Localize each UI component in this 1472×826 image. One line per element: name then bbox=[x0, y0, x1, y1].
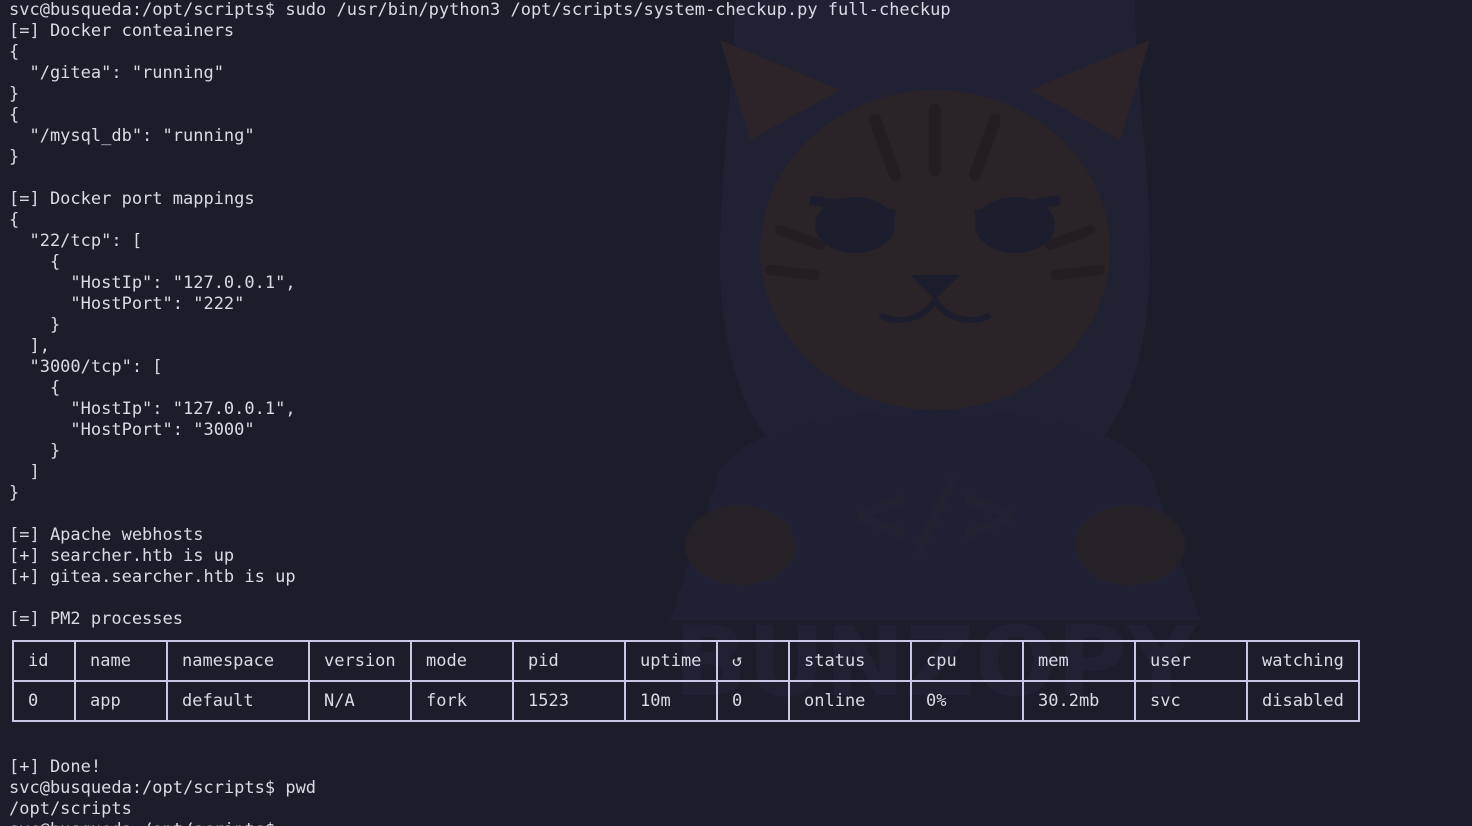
terminal-lines-bottom: [+] Done! svc@busqueda:/opt/scripts$ pwd /… bbox=[9, 757, 316, 826]
pm2-column-header: id bbox=[12, 640, 76, 682]
terminal-line: } bbox=[9, 441, 61, 461]
pm2-cell: fork bbox=[410, 680, 514, 722]
terminal-line: "/mysql_db": "running" bbox=[9, 126, 255, 146]
terminal-line: { bbox=[9, 252, 61, 272]
terminal-line: { bbox=[9, 42, 20, 62]
terminal-line: "22/tcp": [ bbox=[9, 231, 143, 251]
pm2-column-header: status bbox=[788, 640, 912, 682]
terminal-line: /opt/scripts bbox=[9, 799, 132, 819]
pm2-cell: 30.2mb bbox=[1022, 680, 1136, 722]
terminal-line: } bbox=[9, 147, 20, 167]
pm2-column-header: namespace bbox=[166, 640, 310, 682]
pm2-column-header: uptime bbox=[624, 640, 718, 682]
pm2-table-body: 0 app default N/A fork 1523 10m 0 online 0% 30.2mb… bbox=[12, 680, 1360, 722]
terminal-line: { bbox=[9, 378, 61, 398]
terminal-line: } bbox=[9, 315, 61, 335]
table-row: 0 app default N/A fork 1523 10m 0 online 0% 30.2mb… bbox=[12, 680, 1360, 722]
pm2-column-header: user bbox=[1134, 640, 1248, 682]
terminal-line: [+] Done! bbox=[9, 757, 102, 777]
pm2-column-header: name bbox=[74, 640, 168, 682]
pm2-cell: disabled bbox=[1246, 680, 1360, 722]
pm2-process-table: id name namespace version mode pid uptime ↺ stat… bbox=[12, 640, 1360, 722]
terminal-line: [=] Docker conteainers bbox=[9, 21, 235, 41]
terminal-line: "HostIp": "127.0.0.1", bbox=[9, 399, 296, 419]
terminal-line: svc@busqueda:/opt/scripts$ pwd bbox=[9, 778, 317, 798]
terminal-line: } bbox=[9, 483, 20, 503]
terminal-line: [+] searcher.htb is up bbox=[9, 546, 235, 566]
pm2-cell: N/A bbox=[308, 680, 412, 722]
terminal-output[interactable]: svc@busqueda:/opt/scripts$ sudo /usr/bin… bbox=[9, 0, 1472, 826]
pm2-column-header: cpu bbox=[910, 640, 1024, 682]
terminal-line: ] bbox=[9, 462, 40, 482]
terminal-line: [=] Apache webhosts bbox=[9, 525, 204, 545]
terminal-lines-top: svc@busqueda:/opt/scripts$ sudo /usr/bin… bbox=[9, 0, 1472, 630]
terminal-line: { bbox=[9, 210, 20, 230]
pm2-cell: app bbox=[74, 680, 168, 722]
terminal-line: [=] Docker port mappings bbox=[9, 189, 255, 209]
pm2-cell: 10m bbox=[624, 680, 718, 722]
terminal-line: "/gitea": "running" bbox=[9, 63, 224, 83]
pm2-column-header: watching bbox=[1246, 640, 1360, 682]
pm2-cell: svc bbox=[1134, 680, 1248, 722]
terminal-line: "HostIp": "127.0.0.1", bbox=[9, 273, 296, 293]
pm2-column-header: pid bbox=[512, 640, 626, 682]
pm2-cell: 0% bbox=[910, 680, 1024, 722]
pm2-column-header: version bbox=[308, 640, 412, 682]
pm2-cell: 1523 bbox=[512, 680, 626, 722]
pm2-cell: default bbox=[166, 680, 310, 722]
terminal-line: } bbox=[9, 84, 20, 104]
terminal-line: [=] PM2 processes bbox=[9, 609, 183, 629]
terminal-line: "HostPort": "222" bbox=[9, 294, 245, 314]
pm2-column-header: mode bbox=[410, 640, 514, 682]
pm2-column-header: ↺ bbox=[716, 640, 790, 682]
pm2-table-header-row: id name namespace version mode pid uptime ↺ stat… bbox=[12, 640, 1360, 682]
pm2-cell: 0 bbox=[12, 680, 76, 722]
terminal-line: [+] gitea.searcher.htb is up bbox=[9, 567, 296, 587]
terminal-line: "3000/tcp": [ bbox=[9, 357, 163, 377]
terminal-line: "HostPort": "3000" bbox=[9, 420, 255, 440]
pm2-column-header: mem bbox=[1022, 640, 1136, 682]
pm2-cell: online bbox=[788, 680, 912, 722]
terminal-line: { bbox=[9, 105, 20, 125]
terminal-line: svc@busqueda:/opt/scripts$ bbox=[9, 820, 316, 826]
terminal-line: svc@busqueda:/opt/scripts$ sudo /usr/bin… bbox=[9, 0, 951, 20]
pm2-cell: 0 bbox=[716, 680, 790, 722]
terminal-line: ], bbox=[9, 336, 50, 356]
